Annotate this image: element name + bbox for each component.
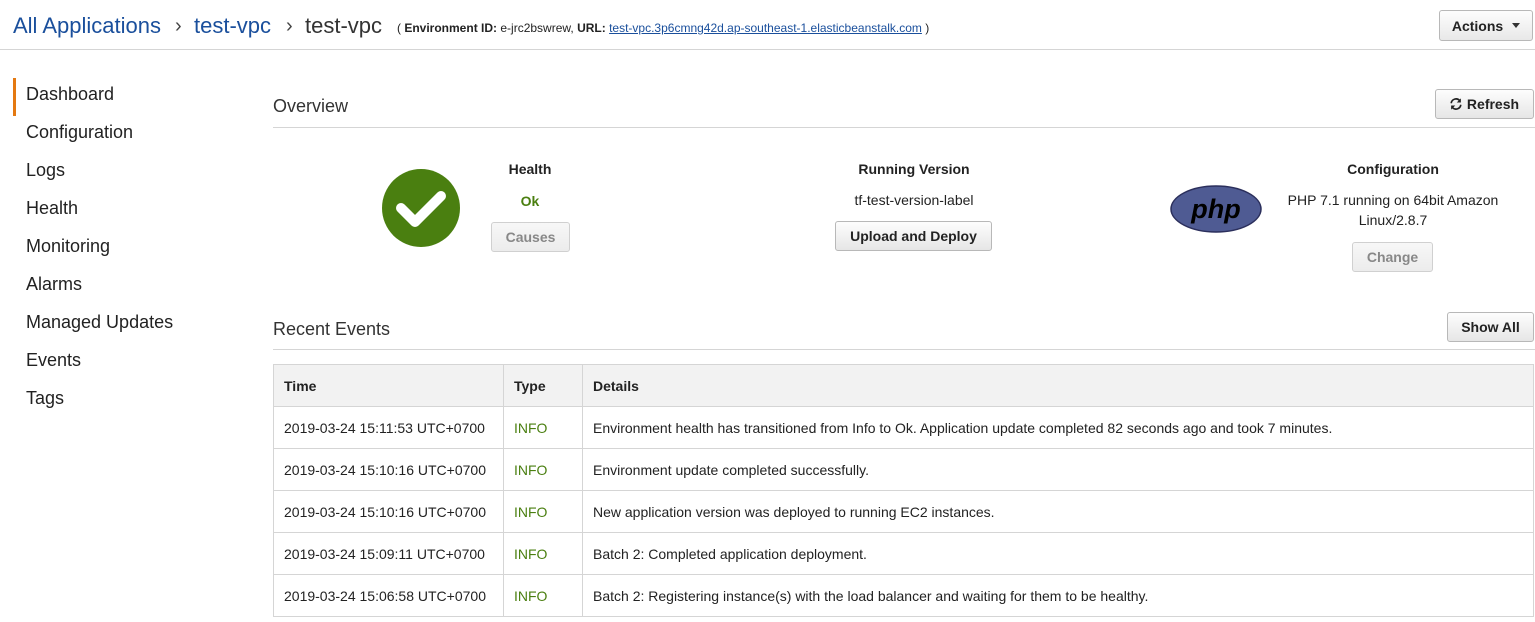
breadcrumb-separator: › [286, 15, 293, 37]
upload-and-deploy-button[interactable]: Upload and Deploy [835, 221, 992, 251]
causes-button[interactable]: Causes [491, 222, 570, 252]
sidebar-item-events[interactable]: Events [13, 344, 233, 382]
configuration-platform: PHP 7.1 running on 64bit Amazon Linux/2.… [1287, 192, 1499, 228]
event-time: 2019-03-24 15:10:16 UTC+0700 [273, 490, 504, 533]
actions-dropdown-button[interactable]: Actions [1439, 10, 1533, 41]
breadcrumb-separator: › [175, 15, 182, 37]
event-details: Batch 2: Registering instance(s) with th… [582, 574, 1534, 617]
table-row: 2019-03-24 15:10:16 UTC+0700 INFO New ap… [273, 490, 1534, 533]
event-type: INFO [503, 448, 583, 491]
event-type: INFO [503, 532, 583, 575]
running-version-label: tf-test-version-label [854, 192, 974, 208]
breadcrumb-environment: test-vpc [305, 13, 383, 38]
events-divider [273, 349, 1535, 350]
table-row: 2019-03-24 15:06:58 UTC+0700 INFO Batch … [273, 574, 1534, 617]
refresh-button[interactable]: Refresh [1435, 89, 1534, 119]
sidebar-item-configuration[interactable]: Configuration [13, 116, 233, 154]
sidebar-item-monitoring[interactable]: Monitoring [13, 230, 233, 268]
health-heading: Health [508, 161, 552, 177]
health-status: Ok [520, 193, 540, 209]
env-id-value: e-jrc2bswrew, [500, 21, 574, 35]
event-time: 2019-03-24 15:11:53 UTC+0700 [273, 406, 504, 449]
sidebar-item-tags[interactable]: Tags [13, 382, 233, 420]
event-details: Batch 2: Completed application deploymen… [582, 532, 1534, 575]
breadcrumb-application[interactable]: test-vpc [194, 12, 271, 40]
event-time: 2019-03-24 15:10:16 UTC+0700 [273, 448, 504, 491]
caret-down-icon [1512, 23, 1521, 28]
overview-title: Overview [273, 96, 349, 116]
event-type: INFO [503, 574, 583, 617]
event-details: Environment update completed successfull… [582, 448, 1534, 491]
sidebar-item-logs[interactable]: Logs [13, 154, 233, 192]
url-label: URL: [577, 21, 606, 35]
sidebar-item-alarms[interactable]: Alarms [13, 268, 233, 306]
refresh-icon [1450, 98, 1462, 110]
event-details: New application version was deployed to … [582, 490, 1534, 533]
actions-label: Actions [1451, 17, 1504, 34]
running-version-heading: Running Version [858, 161, 970, 177]
environment-info: ( Environment ID: e-jrc2bswrew, URL: tes… [397, 21, 930, 35]
table-row: 2019-03-24 15:11:53 UTC+0700 INFO Enviro… [273, 406, 1534, 449]
configuration-heading: Configuration [1347, 161, 1439, 177]
column-header-time: Time [273, 364, 504, 407]
sidebar-nav: Dashboard Configuration Logs Health Moni… [13, 78, 233, 420]
health-ok-check-icon [382, 169, 460, 247]
refresh-label: Refresh [1466, 96, 1520, 112]
event-details: Environment health has transitioned from… [582, 406, 1534, 449]
table-row: 2019-03-24 15:09:11 UTC+0700 INFO Batch … [273, 532, 1534, 575]
page-header: All Applications › test-vpc › test-vpc (… [0, 0, 1535, 50]
environment-url-link[interactable]: test-vpc.3p6cmng42d.ap-southeast-1.elast… [609, 21, 922, 35]
sidebar-item-dashboard[interactable]: Dashboard [13, 78, 233, 116]
recent-events-title: Recent Events [273, 319, 391, 339]
event-type: INFO [503, 406, 583, 449]
column-header-details: Details [582, 364, 1534, 407]
column-header-type: Type [503, 364, 583, 407]
table-row: 2019-03-24 15:10:16 UTC+0700 INFO Enviro… [273, 448, 1534, 491]
event-time: 2019-03-24 15:06:58 UTC+0700 [273, 574, 504, 617]
sidebar-item-health[interactable]: Health [13, 192, 233, 230]
table-header-row: Time Type Details [273, 364, 1534, 407]
event-time: 2019-03-24 15:09:11 UTC+0700 [273, 532, 504, 575]
show-all-button[interactable]: Show All [1447, 312, 1534, 342]
overview-divider [273, 127, 1535, 128]
svg-text:php: php [1190, 194, 1240, 224]
env-id-label: Environment ID: [404, 21, 498, 35]
sidebar-item-managed-updates[interactable]: Managed Updates [13, 306, 233, 344]
events-table: Time Type Details 2019-03-24 15:11:53 UT… [273, 364, 1534, 617]
php-logo-icon: php [1170, 185, 1262, 233]
breadcrumb-all-applications[interactable]: All Applications [13, 12, 161, 40]
event-type: INFO [503, 490, 583, 533]
change-configuration-button[interactable]: Change [1352, 242, 1433, 272]
